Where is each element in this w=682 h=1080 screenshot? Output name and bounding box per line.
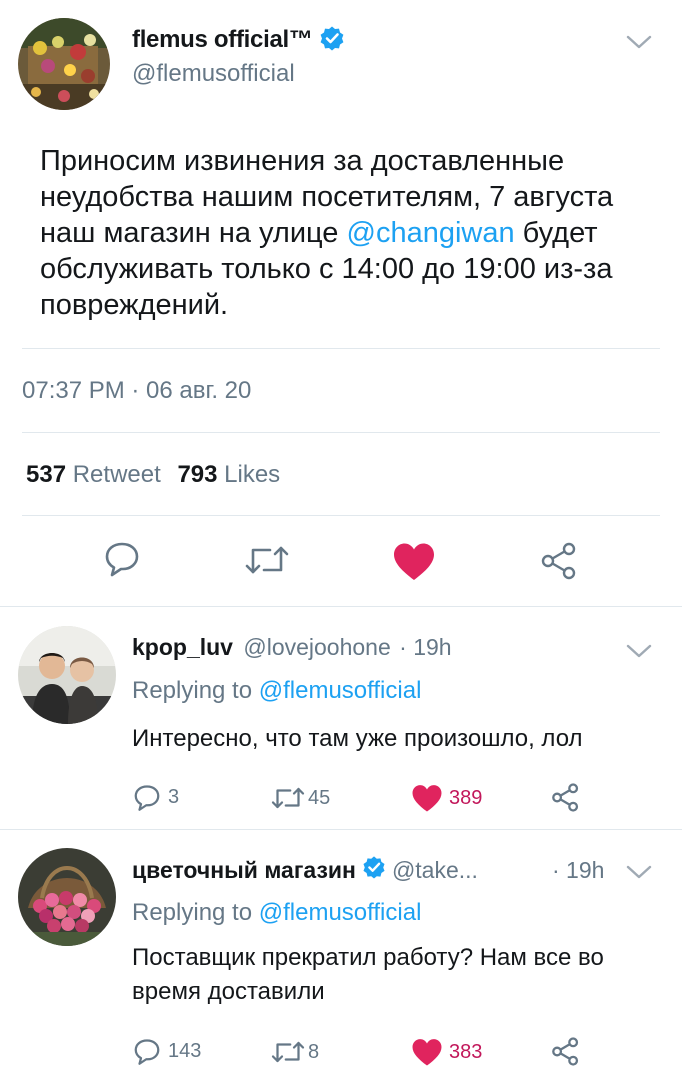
reply-icon (134, 1039, 160, 1065)
share-button[interactable] (551, 1037, 580, 1066)
divider (22, 348, 660, 349)
reply-text: Интересно, что там уже произошло, лол (132, 725, 583, 752)
divider (0, 829, 682, 830)
retweet-button[interactable]: 8 (270, 1037, 319, 1067)
retweet-label[interactable]: Retweet (73, 461, 161, 488)
reply-button[interactable]: 3 (132, 782, 179, 812)
avatar[interactable] (18, 626, 116, 724)
reply-button[interactable]: 143 (132, 1036, 201, 1066)
reply-count: 3 (168, 785, 180, 808)
author-display-name[interactable]: kpop_luv (132, 634, 233, 660)
retweet-icon (245, 546, 289, 574)
divider (0, 606, 682, 607)
retweet-button[interactable] (244, 540, 290, 580)
retweet-button[interactable]: 45 (270, 783, 330, 813)
author-handle[interactable]: @lovejoohone (243, 634, 390, 660)
avatar[interactable] (18, 18, 110, 110)
like-count: 383 (449, 1041, 483, 1063)
like-count: 389 (449, 787, 483, 809)
share-icon (541, 542, 576, 580)
reply-age[interactable]: · 19h (552, 857, 604, 884)
share-icon (552, 783, 579, 812)
divider (22, 432, 660, 433)
author-handle[interactable]: @take... (392, 857, 478, 884)
replying-to-link[interactable]: @flemusofficial (259, 899, 422, 926)
retweet-count: 8 (308, 1040, 320, 1063)
chevron-down-icon[interactable] (624, 862, 654, 887)
like-button[interactable] (392, 542, 436, 582)
tweet-timestamp[interactable]: 07:37 PM · 06 авг. 20 (22, 377, 251, 405)
retweet-count[interactable]: 537 (26, 461, 66, 488)
heart-icon (412, 1039, 442, 1066)
chevron-down-icon[interactable] (624, 641, 654, 666)
like-button[interactable]: 383 (411, 1038, 482, 1067)
avatar[interactable] (18, 848, 116, 946)
mention-link[interactable]: @changiwan (347, 217, 515, 249)
reply-age[interactable]: · 19h (399, 634, 451, 660)
retweet-count: 45 (308, 786, 331, 809)
reply-icon (134, 785, 160, 811)
replying-to-label: Replying to (132, 899, 253, 926)
reply-icon (105, 542, 139, 577)
retweet-icon (271, 1041, 305, 1063)
likes-count[interactable]: 793 (177, 461, 217, 488)
replying-to-link[interactable]: @flemusofficial (259, 677, 422, 704)
retweet-icon (271, 787, 305, 809)
replying-to-label: Replying to (132, 677, 253, 704)
heart-icon (412, 785, 442, 812)
reply-button[interactable] (102, 538, 142, 578)
author-display-name[interactable]: flemus official™ (132, 26, 313, 54)
tweet-text: Приносим извинения за доставленные неудо… (40, 143, 660, 323)
share-button[interactable] (540, 542, 578, 580)
likes-label[interactable]: Likes (224, 461, 280, 488)
author-handle[interactable]: @flemusofficial (132, 60, 295, 88)
divider (22, 515, 660, 516)
share-icon (552, 1037, 579, 1066)
like-button[interactable]: 389 (411, 784, 482, 813)
author-display-name[interactable]: цветочный магазин (132, 857, 356, 884)
reply-text: Поставщик прекратил работу? Нам все во в… (132, 944, 604, 1005)
tweet-stats: 537 Retweet 793 Likes (26, 461, 280, 489)
reply-count: 143 (168, 1039, 202, 1062)
heart-icon (394, 543, 434, 580)
verified-icon (319, 25, 345, 56)
verified-icon (362, 855, 386, 885)
chevron-down-icon[interactable] (624, 32, 654, 57)
share-button[interactable] (551, 783, 580, 812)
